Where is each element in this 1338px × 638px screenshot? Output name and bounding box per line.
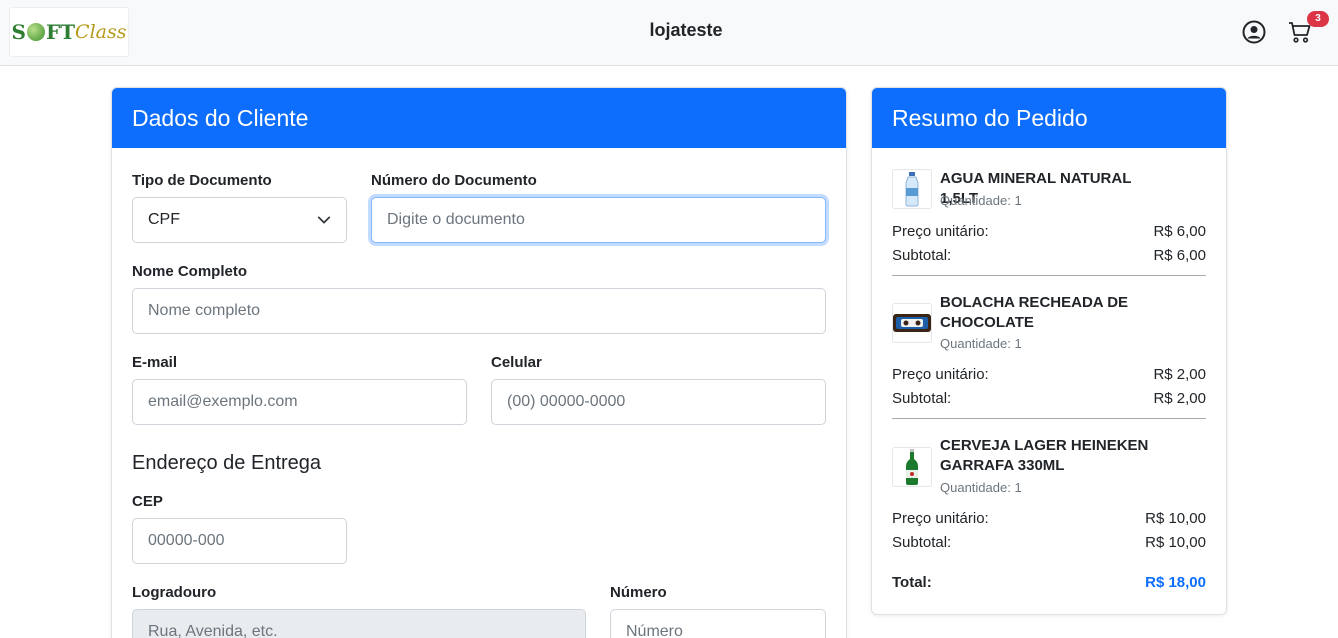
item-name: CERVEJA LAGER HEINEKEN GARRAFA 330ML — [940, 437, 1149, 474]
order-summary-title: Resumo do Pedido — [872, 88, 1226, 148]
number-input[interactable]: Número — [610, 609, 826, 638]
full-name-input[interactable]: Nome completo — [132, 288, 826, 334]
full-name-label: Nome Completo — [132, 263, 248, 280]
order-total-value: R$ 18,00 — [1145, 574, 1206, 591]
cart-count-badge: 3 — [1307, 11, 1329, 27]
cep-input[interactable]: 00000-000 — [132, 518, 347, 564]
item-unit-price-row: Preço unitário: R$ 6,00 — [892, 223, 1206, 240]
number-label: Número — [610, 584, 667, 601]
user-circle-icon[interactable] — [1242, 20, 1266, 44]
phone-input[interactable]: (00) 00000-0000 — [491, 379, 826, 425]
product-thumbnail-beer — [892, 447, 932, 487]
order-total-label: Total: — [892, 574, 932, 591]
email-label: E-mail — [132, 354, 178, 371]
top-navbar: S FT Class lojateste 3 — [0, 0, 1338, 66]
item-quantity: Quantidade: 1 — [940, 193, 1022, 208]
item-quantity: Quantidade: 1 — [940, 480, 1022, 495]
client-data-card: Dados do Cliente Tipo de Documento CPF N… — [111, 87, 847, 638]
street-input[interactable]: Rua, Avenida, etc. — [132, 609, 586, 638]
item-subtotal-row: Subtotal: R$ 10,00 — [892, 534, 1206, 551]
order-summary-card: Resumo do Pedido AGUA MINERAL NATURAL 1,… — [871, 87, 1227, 615]
item-subtotal-row: Subtotal: R$ 6,00 — [892, 247, 1206, 264]
product-thumbnail-water — [892, 169, 932, 209]
item-divider — [892, 275, 1206, 276]
beer-bottle-icon — [906, 449, 918, 485]
item-quantity: Quantidade: 1 — [940, 336, 1022, 351]
store-name: lojateste — [649, 20, 723, 40]
chevron-down-icon — [317, 216, 331, 224]
item-unit-price-row: Preço unitário: R$ 2,00 — [892, 366, 1206, 383]
doc-type-select[interactable]: CPF — [132, 197, 347, 243]
phone-label: Celular — [491, 354, 542, 371]
client-data-title: Dados do Cliente — [112, 88, 846, 148]
email-input[interactable]: email@exemplo.com — [132, 379, 467, 425]
water-bottle-icon — [905, 172, 919, 207]
item-name: BOLACHA RECHEADA DE CHOCOLATE — [940, 294, 1129, 331]
street-label: Logradouro — [132, 584, 217, 601]
order-total-row: Total: R$ 18,00 — [892, 574, 1206, 591]
product-thumbnail-cookie — [892, 303, 932, 343]
doc-number-input[interactable]: Digite o documento — [371, 197, 826, 243]
item-unit-price-row: Preço unitário: R$ 10,00 — [892, 510, 1206, 527]
item-subtotal-row: Subtotal: R$ 2,00 — [892, 390, 1206, 407]
item-divider — [892, 418, 1206, 419]
cookie-package-icon — [893, 314, 931, 332]
cep-label: CEP — [132, 493, 163, 510]
doc-type-label: Tipo de Documento — [132, 172, 272, 189]
address-section-title: Endereço de Entrega — [132, 452, 322, 474]
doc-number-label: Número do Documento — [371, 172, 537, 189]
